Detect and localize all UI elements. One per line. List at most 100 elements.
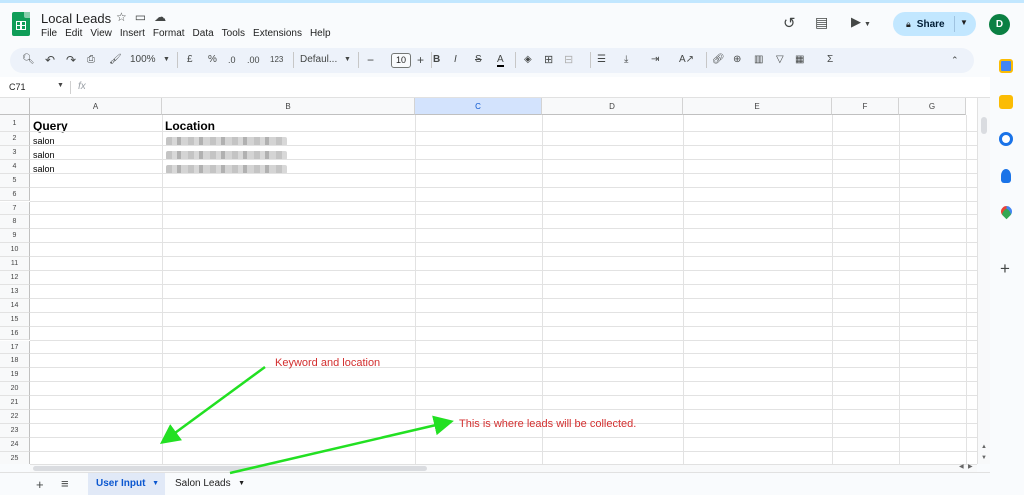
avatar[interactable]: D (989, 14, 1010, 35)
horizontal-align-icon[interactable]: ☰ (597, 53, 606, 67)
maps-icon[interactable] (998, 203, 1015, 220)
row-header[interactable]: 24 (0, 437, 30, 452)
row-header[interactable]: 14 (0, 298, 30, 313)
add-icon[interactable]: + (1000, 259, 1010, 279)
row-header[interactable]: 17 (0, 340, 30, 355)
row-header[interactable]: 25 (0, 451, 30, 464)
row-header[interactable]: 5 (0, 173, 30, 188)
insert-comment-icon[interactable]: ⊕ (733, 53, 741, 67)
meet-icon[interactable]: ▶ ▼ (851, 14, 871, 30)
column-header-g[interactable]: G (899, 98, 966, 115)
row-header[interactable]: 11 (0, 257, 30, 271)
column-header-e[interactable]: E (683, 98, 832, 115)
menu-format[interactable]: Format (153, 28, 185, 39)
undo-icon[interactable]: ↶ (45, 53, 55, 67)
scroll-down-icon[interactable]: ▼ (981, 455, 987, 461)
fill-color-icon[interactable]: ◈ (524, 53, 532, 67)
row-header[interactable]: 20 (0, 382, 30, 397)
horizontal-scrollbar[interactable]: ◀ ▶ (30, 464, 977, 472)
redo-icon[interactable]: ↷ (66, 53, 76, 67)
paint-format-icon[interactable]: 🖌︎ (109, 53, 122, 67)
functions-button[interactable]: Σ (827, 53, 833, 67)
vertical-scroll-thumb[interactable] (981, 117, 987, 134)
decrease-font-size-icon[interactable]: − (367, 53, 374, 67)
italic-icon[interactable]: I (454, 53, 457, 67)
search-menus-icon[interactable]: 🔍︎ (22, 53, 35, 67)
spreadsheet-grid[interactable]: A B C D E F G 1 2 3 4 5 6 7 8 9 10 11 12 13 14 15 16 17 1… (0, 98, 977, 464)
zoom-select[interactable]: 100% (130, 53, 156, 67)
history-icon[interactable]: ↺ (783, 14, 796, 32)
row-header[interactable]: 3 (0, 145, 30, 160)
font-select[interactable]: Defaul... (300, 53, 337, 67)
contacts-icon[interactable] (1001, 169, 1011, 183)
menu-tools[interactable]: Tools (222, 28, 245, 39)
row-header[interactable]: 22 (0, 410, 30, 424)
menu-help[interactable]: Help (310, 28, 331, 39)
calendar-icon[interactable] (999, 59, 1013, 73)
scroll-left-icon[interactable]: ◀ (959, 463, 964, 470)
cloud-saved-icon[interactable]: ☁ (154, 10, 166, 24)
share-button[interactable]: 🔒︎ Share ▼ (893, 12, 976, 36)
row-header[interactable]: 2 (0, 132, 30, 146)
row-header[interactable]: 12 (0, 271, 30, 285)
column-header-d[interactable]: D (542, 98, 683, 115)
row-header[interactable]: 23 (0, 423, 30, 438)
row-header[interactable]: 21 (0, 396, 30, 410)
add-sheet-icon[interactable]: + (36, 477, 44, 492)
font-size-input[interactable]: 10 (391, 53, 411, 68)
all-sheets-icon[interactable]: ≡ (61, 476, 69, 491)
filter-icon[interactable]: ▽ (776, 53, 784, 67)
row-header[interactable]: 9 (0, 229, 30, 244)
vertical-scrollbar[interactable]: ▲ ▼ (977, 98, 990, 464)
menu-data[interactable]: Data (193, 28, 214, 39)
print-icon[interactable]: ⎙ (87, 53, 95, 67)
text-color-icon[interactable]: A (497, 53, 504, 67)
column-header-f[interactable]: F (832, 98, 899, 115)
insert-chart-icon[interactable]: ▥ (754, 53, 763, 67)
share-caret-icon[interactable]: ▼ (960, 18, 968, 27)
column-header-b[interactable]: B (162, 98, 415, 115)
row-header[interactable]: 6 (0, 187, 30, 202)
tab-caret-icon[interactable]: ▼ (238, 473, 245, 495)
row-header[interactable]: 7 (0, 201, 30, 216)
menu-file[interactable]: File (41, 28, 57, 39)
bold-icon[interactable]: B (433, 53, 440, 67)
percent-button[interactable]: % (208, 53, 217, 67)
row-header[interactable]: 15 (0, 312, 30, 327)
text-wrapping-icon[interactable]: ⇥ (651, 53, 659, 67)
number-format-button[interactable]: 123 (270, 53, 283, 67)
keep-icon[interactable] (999, 95, 1013, 109)
column-header-c[interactable]: C (415, 98, 542, 115)
tab-caret-icon[interactable]: ▼ (152, 473, 159, 495)
decrease-decimal-button[interactable]: .0 (228, 53, 236, 67)
name-box[interactable]: C71 (9, 82, 26, 92)
increase-font-size-icon[interactable]: + (417, 53, 424, 67)
row-header[interactable]: 8 (0, 215, 30, 230)
star-icon[interactable]: ☆ (116, 10, 127, 24)
move-to-folder-icon[interactable]: ▭ (135, 10, 146, 24)
row-header[interactable]: 4 (0, 159, 30, 174)
comments-icon[interactable]: ▤ (815, 14, 828, 31)
row-header[interactable]: 16 (0, 326, 30, 341)
row-header[interactable]: 10 (0, 243, 30, 258)
row-header[interactable]: 18 (0, 354, 30, 369)
horizontal-scroll-thumb[interactable] (33, 466, 427, 471)
menu-view[interactable]: View (90, 28, 112, 39)
tab-salon-leads[interactable]: Salon Leads ▼ (167, 473, 249, 495)
borders-icon[interactable]: ⊞ (544, 53, 553, 67)
menu-edit[interactable]: Edit (65, 28, 82, 39)
tasks-icon[interactable] (999, 132, 1013, 146)
menu-extensions[interactable]: Extensions (253, 28, 302, 39)
sheets-logo-icon[interactable] (12, 12, 30, 36)
row-header[interactable]: 13 (0, 284, 30, 299)
currency-button[interactable]: £ (187, 53, 193, 67)
scroll-up-icon[interactable]: ▲ (981, 444, 987, 450)
insert-link-icon[interactable]: 🔗︎ (712, 53, 725, 67)
text-rotation-icon[interactable]: A↗ (679, 53, 694, 67)
tab-user-input[interactable]: User Input ▼ (88, 473, 165, 495)
vertical-align-icon[interactable]: ⤓ (624, 53, 628, 67)
scroll-right-icon[interactable]: ▶ (968, 463, 973, 470)
name-box-caret-icon[interactable]: ▼ (57, 82, 64, 89)
menu-insert[interactable]: Insert (120, 28, 145, 39)
filter-views-icon[interactable]: ▦ (795, 53, 804, 67)
